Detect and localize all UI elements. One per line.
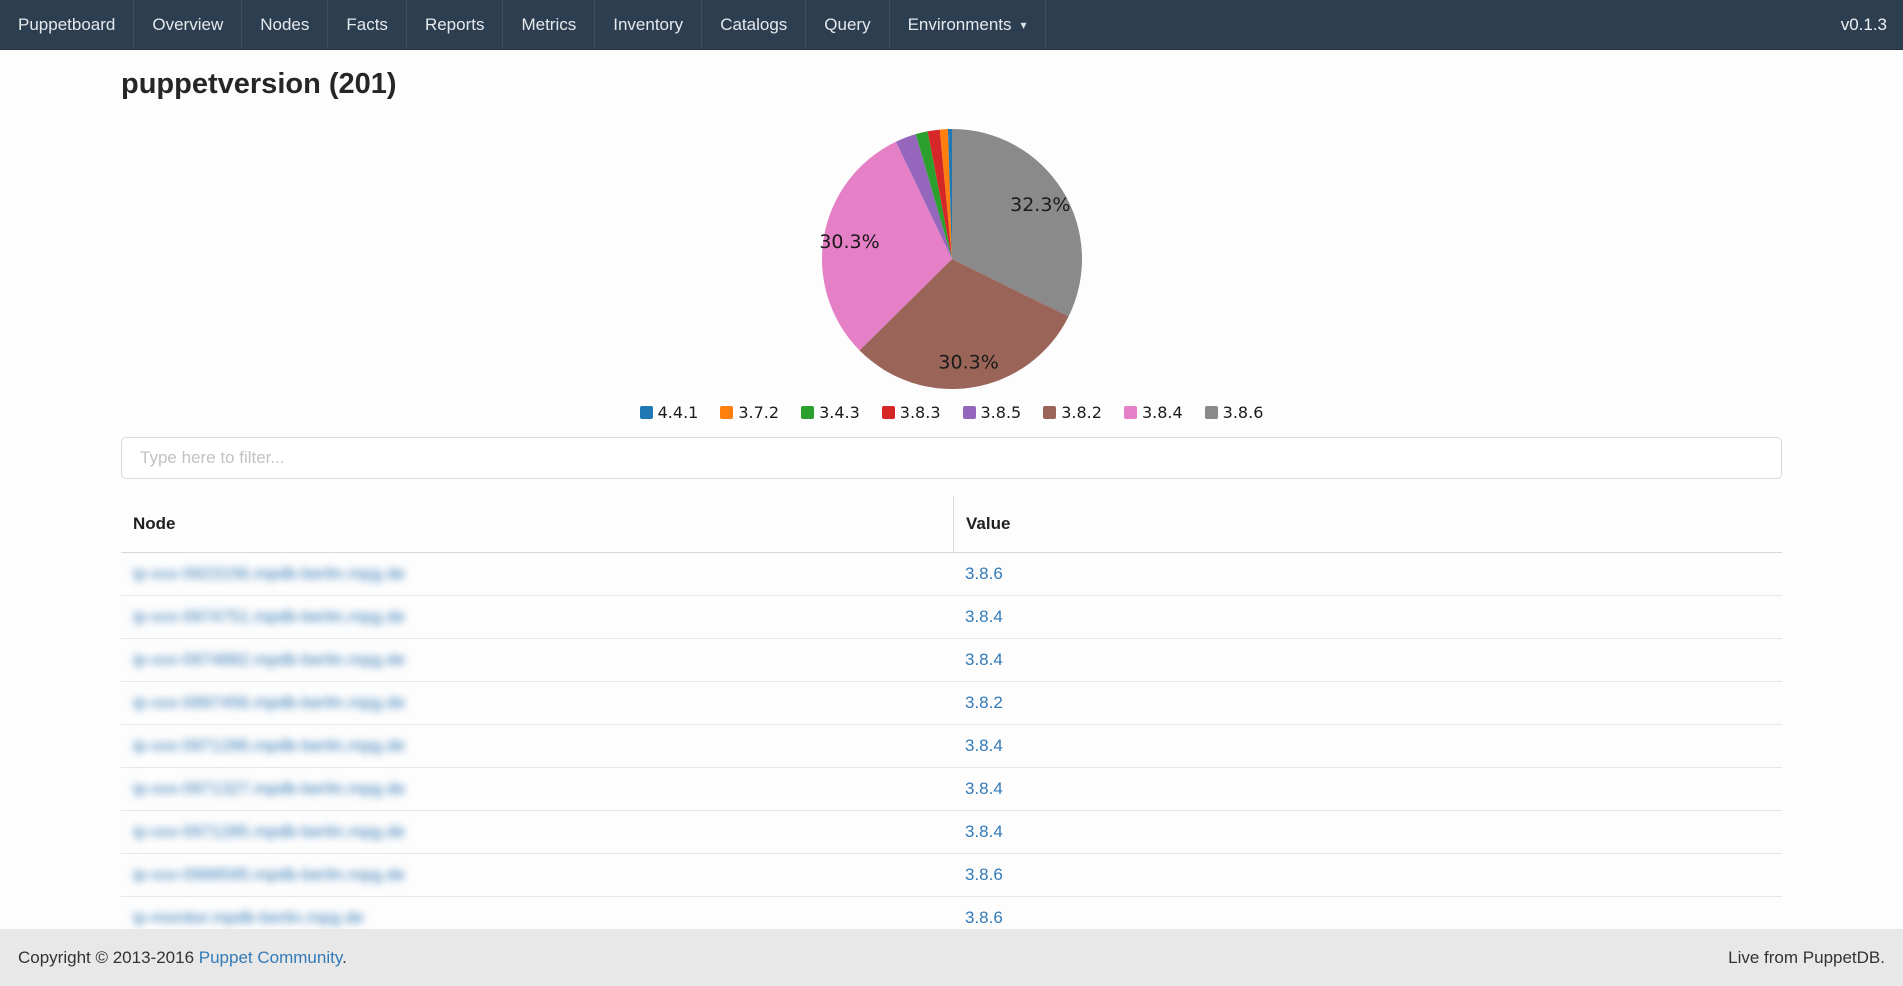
node-link[interactable]: ip-xxx-0971327.mpdb-berlin.mpg.de	[133, 779, 405, 798]
legend-item-3.8.5: 3.8.5	[963, 403, 1022, 422]
nav-item-inventory[interactable]: Inventory	[595, 0, 702, 49]
node-link[interactable]: ip-xxx-0974751.mpdb-berlin.mpg.de	[133, 607, 405, 626]
legend-swatch-icon	[801, 406, 814, 419]
column-header-node[interactable]: Node	[121, 514, 953, 534]
table-row: ip-monitor.mpdb-berlin.mpg.de 3.8.6	[121, 897, 1782, 929]
filter-input[interactable]	[121, 437, 1782, 479]
node-link[interactable]: ip-xxx-0971286.mpdb-berlin.mpg.de	[133, 736, 405, 755]
legend-label: 3.8.3	[900, 403, 941, 422]
legend-item-3.7.2: 3.7.2	[720, 403, 779, 422]
table-row: ip-xxx-0974751.mpdb-berlin.mpg.de 3.8.4	[121, 596, 1782, 639]
legend-item-3.8.3: 3.8.3	[882, 403, 941, 422]
fact-value-link[interactable]: 3.8.4	[965, 736, 1003, 755]
nav-item-facts[interactable]: Facts	[328, 0, 407, 49]
legend-swatch-icon	[1043, 406, 1056, 419]
copyright-text: Copyright © 2013-2016	[18, 948, 199, 967]
nav-item-overview[interactable]: Overview	[134, 0, 242, 49]
app-version: v0.1.3	[1825, 0, 1903, 49]
table-row: ip-xxx-0923156.mpdb-berlin.mpg.de 3.8.6	[121, 553, 1782, 596]
node-link[interactable]: ip-xxx-0971285.mpdb-berlin.mpg.de	[133, 822, 405, 841]
legend-swatch-icon	[1124, 406, 1137, 419]
node-link[interactable]: ip-monitor.mpdb-berlin.mpg.de	[133, 908, 364, 927]
legend-item-3.8.2: 3.8.2	[1043, 403, 1102, 422]
column-header-value[interactable]: Value	[953, 496, 1782, 552]
legend-label: 3.8.4	[1142, 403, 1183, 422]
copyright-period: .	[342, 948, 347, 967]
fact-value-link[interactable]: 3.8.6	[965, 908, 1003, 927]
nav-brand-puppetboard[interactable]: Puppetboard	[0, 0, 134, 49]
table-row: ip-xxx-0971285.mpdb-berlin.mpg.de 3.8.4	[121, 811, 1782, 854]
fact-value-link[interactable]: 3.8.2	[965, 693, 1003, 712]
top-nav: Puppetboard OverviewNodesFactsReportsMet…	[0, 0, 1903, 50]
nav-menu: Puppetboard OverviewNodesFactsReportsMet…	[0, 0, 1046, 49]
legend-swatch-icon	[882, 406, 895, 419]
legend-item-4.4.1: 4.4.1	[640, 403, 699, 422]
legend-swatch-icon	[1205, 406, 1218, 419]
footer-status: Live from PuppetDB.	[1728, 948, 1885, 968]
nav-environments-dropdown[interactable]: Environments ▾	[890, 0, 1046, 49]
legend-item-3.8.4: 3.8.4	[1124, 403, 1183, 422]
fact-value-link[interactable]: 3.8.6	[965, 865, 1003, 884]
puppet-community-link[interactable]: Puppet Community	[199, 948, 342, 967]
pie-percent-label: 30.3%	[819, 231, 879, 253]
table-row: ip-xxx-0999595.mpdb-berlin.mpg.de 3.8.6	[121, 854, 1782, 897]
fact-value-link[interactable]: 3.8.4	[965, 607, 1003, 626]
legend-label: 3.8.5	[981, 403, 1022, 422]
fact-pie-chart: 32.3% 30.3% 30.3% 4.4.1 3.7.2 3.4.3 3.8.3 3.8.…	[121, 123, 1782, 422]
footer-copyright: Copyright © 2013-2016 Puppet Community.	[18, 948, 347, 968]
node-link[interactable]: ip-xxx-0974882.mpdb-berlin.mpg.de	[133, 650, 405, 669]
legend-label: 4.4.1	[658, 403, 699, 422]
node-link[interactable]: ip-xxx-0997456.mpdb-berlin.mpg.de	[133, 693, 405, 712]
nav-item-nodes[interactable]: Nodes	[242, 0, 328, 49]
table-row: ip-xxx-0971327.mpdb-berlin.mpg.de 3.8.4	[121, 768, 1782, 811]
table-header-row: Node Value	[121, 496, 1782, 553]
table-body: ip-xxx-0923156.mpdb-berlin.mpg.de3.8.6ip…	[121, 553, 1782, 929]
fact-value-link[interactable]: 3.8.6	[965, 564, 1003, 583]
facts-table: Node Value ip-xxx-0923156.mpdb-berlin.mp…	[121, 496, 1782, 929]
node-link[interactable]: ip-xxx-0999595.mpdb-berlin.mpg.de	[133, 865, 405, 884]
legend-item-3.8.6: 3.8.6	[1205, 403, 1264, 422]
table-row: ip-xxx-0971286.mpdb-berlin.mpg.de 3.8.4	[121, 725, 1782, 768]
nav-item-metrics[interactable]: Metrics	[503, 0, 595, 49]
main-content: puppetversion (201) 32.3% 30.3% 30.3% 4.4.…	[0, 50, 1903, 929]
chevron-down-icon: ▾	[1021, 18, 1027, 32]
fact-value-link[interactable]: 3.8.4	[965, 779, 1003, 798]
nav-item-reports[interactable]: Reports	[407, 0, 504, 49]
nav-item-query[interactable]: Query	[806, 0, 889, 49]
legend-swatch-icon	[720, 406, 733, 419]
pie-percent-label: 30.3%	[938, 352, 998, 374]
legend-swatch-icon	[640, 406, 653, 419]
legend-swatch-icon	[963, 406, 976, 419]
nav-item-catalogs[interactable]: Catalogs	[702, 0, 806, 49]
legend-label: 3.8.2	[1061, 403, 1102, 422]
table-row: ip-xxx-0974882.mpdb-berlin.mpg.de 3.8.4	[121, 639, 1782, 682]
node-link[interactable]: ip-xxx-0923156.mpdb-berlin.mpg.de	[133, 564, 405, 583]
legend-label: 3.8.6	[1223, 403, 1264, 422]
nav-items: OverviewNodesFactsReportsMetricsInventor…	[134, 0, 889, 49]
fact-value-link[interactable]: 3.8.4	[965, 822, 1003, 841]
chart-legend: 4.4.1 3.7.2 3.4.3 3.8.3 3.8.5 3.8.2 3.8.4 3.8.6	[121, 403, 1782, 422]
legend-label: 3.4.3	[819, 403, 860, 422]
nav-environments-label: Environments	[908, 15, 1012, 35]
pie-percent-label: 32.3%	[1010, 194, 1070, 216]
legend-item-3.4.3: 3.4.3	[801, 403, 860, 422]
fact-value-link[interactable]: 3.8.4	[965, 650, 1003, 669]
pie-chart-svg: 32.3% 30.3% 30.3%	[816, 123, 1088, 395]
footer: Copyright © 2013-2016 Puppet Community. …	[0, 929, 1903, 986]
table-row: ip-xxx-0997456.mpdb-berlin.mpg.de 3.8.2	[121, 682, 1782, 725]
legend-label: 3.7.2	[738, 403, 779, 422]
page-title: puppetversion (201)	[121, 68, 1782, 101]
